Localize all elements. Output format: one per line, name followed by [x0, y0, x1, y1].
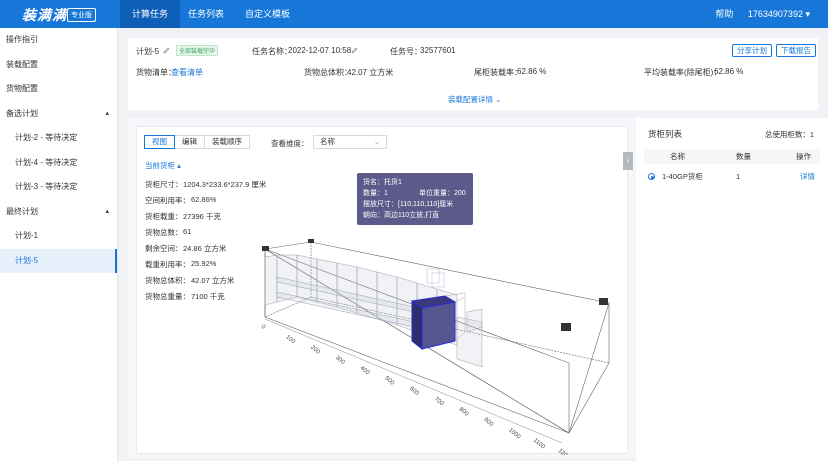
caret-up-icon: ▴ — [105, 109, 109, 117]
tooltip-orientation: 朝向：高边110立放,打直 — [363, 212, 440, 219]
tab-task-list[interactable]: 任务列表 — [176, 0, 236, 28]
sidebar-item-plan-5[interactable]: 计划-5 — [0, 248, 117, 273]
container-list-panel: 货柜列表 总使用柜数：1 名称 数量 操作 1-40GP货柜 1 详情 — [636, 118, 828, 461]
sidebar-item-load-config[interactable]: 装载配置 — [0, 53, 117, 78]
plan-name: 计划-5 — [136, 47, 160, 56]
container-view-panel: 视图 编辑 装载顺序 查看维度： 名称 ⌄ 当前货柜 ▴ 货柜尺寸： 1204.3… — [128, 118, 636, 458]
sidebar-item-plan-2[interactable]: 计划-2 - 等待决定 — [0, 126, 117, 151]
task-no-label: 任务号： — [390, 47, 422, 56]
container-detail-link[interactable]: 详情 — [800, 170, 815, 184]
axis-tick-label: 500 — [383, 376, 395, 387]
cargo-small-boxes — [426, 268, 440, 284]
container-name: 1-40GP货柜 — [662, 172, 703, 181]
container-list-title: 货柜列表 — [648, 129, 683, 139]
tooltip-size: 摆放尺寸：[110,110,110]厘米 — [363, 201, 454, 208]
plan-info-panel: 计划-5 全部装载完毕 任务名称： 2022-12-07 10:58 任务号： … — [128, 38, 818, 110]
tail-rate-value: 62.86 % — [517, 67, 547, 76]
help-link[interactable]: 帮助 — [715, 9, 733, 19]
chevron-right-icon: › — [626, 156, 630, 165]
tab-custom-template[interactable]: 自定义模板 — [233, 0, 302, 28]
container-3d-view[interactable]: 视图 编辑 装载顺序 查看维度： 名称 ⌄ 当前货柜 ▴ 货柜尺寸： 1204.3… — [136, 126, 628, 455]
logo: 装满满 — [22, 7, 67, 23]
axis-tick-label: 300 — [334, 355, 346, 366]
total-volume-value: 42.07 立方米 — [347, 68, 394, 77]
task-no-value: 32577601 — [420, 46, 456, 55]
tooltip-qty-row: 数量：1 单位重量：200 — [363, 190, 466, 197]
download-report-button[interactable]: 下载报告 — [776, 44, 816, 57]
axis-tick-label: 900 — [482, 417, 494, 428]
corner-block — [561, 323, 571, 331]
status-badge: 全部装载完毕 — [176, 45, 219, 56]
table-row[interactable]: 1-40GP货柜 1 详情 — [644, 170, 820, 184]
collapse-panel-toggle[interactable]: › — [623, 152, 633, 170]
cargo-list-label: 货物清单： — [136, 68, 176, 77]
edit-icon[interactable] — [351, 47, 358, 54]
cargo-tooltip: 货名：托货1 数量：1 单位重量：200 摆放尺寸：[110,110,110]厘米… — [357, 173, 473, 225]
axis-tick-label: 1200 — [557, 448, 572, 455]
top-bar: 装满满 专业版 计算任务 任务列表 自定义模板 帮助 17634907392 ▾ — [0, 0, 828, 28]
caret-up-icon: ▴ — [105, 207, 109, 215]
view-cargo-list-link[interactable]: 查看清单 — [171, 67, 203, 78]
axis-tick-label: 1100 — [532, 438, 546, 451]
tab-calc-task[interactable]: 计算任务 — [120, 0, 181, 28]
task-name-value: 2022-12-07 10:58 — [288, 46, 352, 55]
tooltip-name: 货名：托货1 — [363, 179, 402, 186]
load-config-detail-link[interactable]: 装载配置详情 ⌄ — [448, 94, 501, 105]
sidebar-item-plan-1[interactable]: 计划-1 — [0, 224, 117, 249]
sidebar-item-plan-3[interactable]: 计划-3 - 等待决定 — [0, 175, 117, 200]
sidebar-item-guide[interactable]: 操作指引 — [0, 28, 117, 53]
container-table-header: 名称 数量 操作 — [644, 150, 820, 164]
corner-block — [599, 298, 608, 305]
container-qty: 1 — [736, 172, 741, 181]
sidebar: 操作指引 装载配置 货物配置 备选计划 ▴ 计划-2 - 等待决定 计划-4 - … — [0, 28, 118, 461]
axis-tick-label: 600 — [408, 386, 420, 397]
edition-badge: 专业版 — [67, 8, 96, 22]
sidebar-group-alternative[interactable]: 备选计划 ▴ — [0, 102, 117, 127]
avg-rate-value: 62.86 % — [714, 67, 744, 76]
axis-tick-label: 0 — [260, 324, 267, 331]
chevron-down-icon: ▾ — [805, 9, 810, 19]
user-menu[interactable]: 17634907392 ▾ — [748, 9, 810, 19]
corner-block — [308, 239, 314, 243]
sidebar-item-cargo-config[interactable]: 货物配置 — [0, 77, 117, 102]
chevron-down-icon: ⌄ — [495, 95, 502, 104]
share-plan-button[interactable]: 分享计划 — [732, 44, 772, 57]
tail-rate-label: 尾柜装载率： — [474, 68, 522, 77]
axis-tick-label: 200 — [309, 345, 321, 356]
corner-block — [262, 246, 269, 251]
container-total-count: 总使用柜数：1 — [764, 130, 814, 139]
selected-radio[interactable] — [648, 173, 655, 180]
axis-tick-label: 400 — [359, 365, 371, 376]
top-right-links: 帮助 17634907392 ▾ — [703, 0, 810, 28]
avg-rate-label: 平均装载率(除尾柜)： — [644, 68, 722, 77]
axis-tick-label: 700 — [433, 396, 445, 407]
edit-icon[interactable] — [163, 47, 170, 54]
sidebar-item-plan-4[interactable]: 计划-4 - 等待决定 — [0, 151, 117, 176]
axis-tick-label: 1000 — [507, 427, 522, 441]
mode-view-button[interactable]: 视图 — [144, 135, 175, 149]
task-name-label: 任务名称： — [252, 47, 292, 56]
sidebar-group-final[interactable]: 最终计划 ▴ — [0, 200, 117, 225]
total-volume-label: 货物总体积： — [304, 68, 352, 77]
axis-tick-label: 100 — [284, 334, 296, 345]
axis-tick-label: 800 — [458, 407, 470, 418]
